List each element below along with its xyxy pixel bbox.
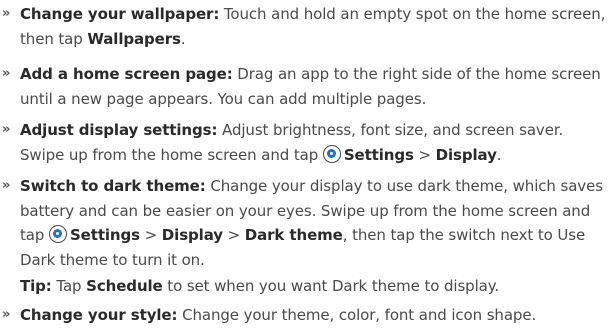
bullet-marker: » xyxy=(2,122,11,137)
separator: > xyxy=(413,145,436,164)
settings-gear-icon xyxy=(322,144,341,163)
settings-gear-icon xyxy=(48,225,67,243)
bold-term: Display xyxy=(161,226,223,244)
list-item-display-settings: » Adjust display settings: Adjust bright… xyxy=(0,118,612,167)
bold-term: Schedule xyxy=(86,277,163,295)
separator: > xyxy=(222,226,245,244)
item-text: . xyxy=(496,145,502,164)
item-heading: Change your style: xyxy=(20,306,178,324)
tip-label: Tip: xyxy=(20,277,52,295)
tip-text: Tap xyxy=(51,277,87,295)
bullet-marker: » xyxy=(2,66,11,81)
item-heading: Adjust display settings: xyxy=(20,121,218,139)
item-text: Change your theme, color, font and icon … xyxy=(177,306,537,324)
list-item-style: » Change your style: Change your theme, … xyxy=(0,303,612,328)
bold-term: Settings xyxy=(343,145,414,164)
bold-term: Settings xyxy=(69,226,140,244)
item-heading: Change your wallpaper: xyxy=(20,5,220,23)
tip-text: to set when you want Dark theme to displ… xyxy=(162,277,500,295)
item-text: . xyxy=(180,29,186,48)
bullet-marker: » xyxy=(2,6,11,21)
separator: > xyxy=(139,226,162,244)
list-item-wallpaper: » Change your wallpaper: Touch and hold … xyxy=(0,2,612,51)
bold-term: Dark theme xyxy=(244,226,343,244)
bullet-marker: » xyxy=(2,307,11,322)
help-page: » Change your wallpaper: Touch and hold … xyxy=(0,0,613,326)
bullet-marker: » xyxy=(2,178,11,193)
item-heading: Switch to dark theme: xyxy=(20,177,206,195)
list-item-dark-theme: » Switch to dark theme: Change your disp… xyxy=(0,174,612,272)
bold-term: Display xyxy=(435,145,497,164)
list-item-home-screen-page: » Add a home screen page: Drag an app to… xyxy=(0,62,612,111)
bold-term: Wallpapers xyxy=(87,29,181,48)
item-heading: Add a home screen page: xyxy=(20,65,233,83)
tip-paragraph: Tip: Tap Schedule to set when you want D… xyxy=(0,274,612,299)
